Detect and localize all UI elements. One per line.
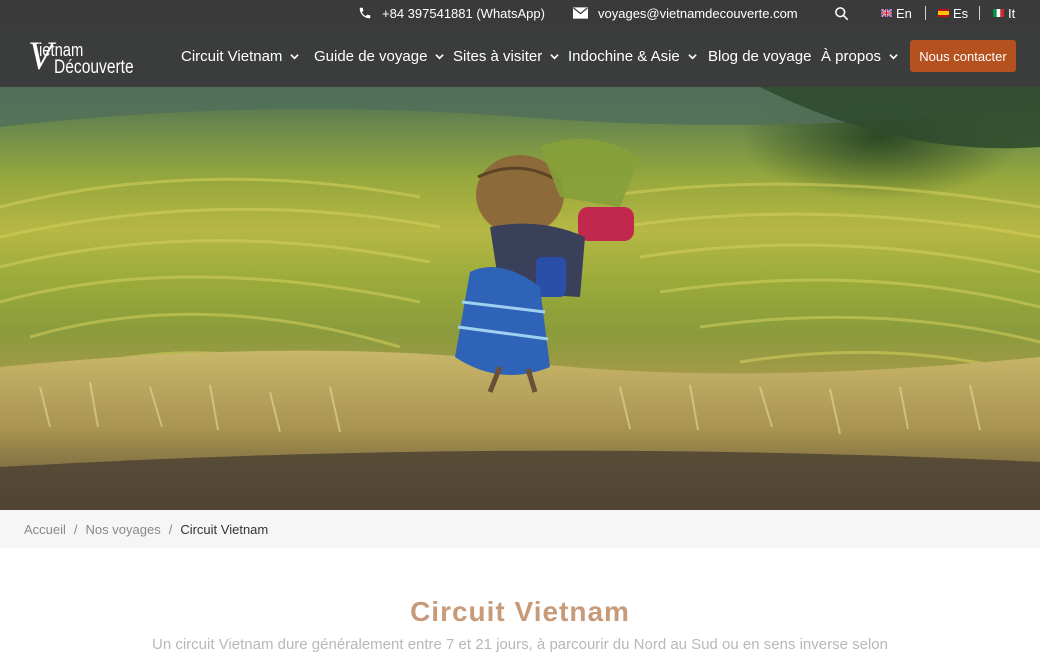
hero-image: [0, 87, 1040, 510]
breadcrumb-home-link[interactable]: Accueil: [24, 522, 66, 537]
search-button[interactable]: [834, 0, 849, 26]
language-en[interactable]: En: [881, 0, 912, 26]
chevron-down-icon: [688, 54, 697, 60]
nav-item-circuit-vietnam[interactable]: Circuit Vietnam: [181, 26, 300, 87]
main-navigation: V ietnam Découverte Circuit Vietnam Guid…: [0, 26, 1040, 87]
nav-item-label: Sites à visiter: [453, 48, 543, 65]
email-contact[interactable]: voyages@vietnamdecouverte.com: [573, 0, 798, 26]
nav-item-label: Blog de voyage: [708, 48, 812, 65]
rice-terraces-illustration: [0, 87, 1040, 510]
language-it[interactable]: It: [993, 0, 1015, 26]
mail-icon: [573, 7, 588, 19]
breadcrumb-separator: /: [168, 521, 173, 537]
nav-item-a-propos[interactable]: À propos: [821, 26, 898, 87]
phone-contact[interactable]: +84 397541881 (WhatsApp): [358, 0, 545, 26]
breadcrumb-bar: Accueil / Nos voyages / Circuit Vietnam: [0, 510, 1040, 548]
chevron-down-icon: [550, 54, 559, 60]
page-lead-text: Un circuit Vietnam dure généralement ent…: [152, 636, 888, 653]
nav-item-sites-a-visiter[interactable]: Sites à visiter: [453, 26, 559, 87]
breadcrumb-separator: /: [73, 521, 78, 537]
search-icon: [835, 6, 849, 20]
breadcrumb-voyages-link[interactable]: Nos voyages: [86, 522, 161, 537]
language-divider: [979, 6, 980, 20]
nav-item-guide-de-voyage[interactable]: Guide de voyage: [314, 26, 445, 87]
nav-item-label: Circuit Vietnam: [181, 48, 283, 65]
chevron-down-icon: [435, 54, 445, 60]
language-it-label[interactable]: It: [1008, 6, 1015, 21]
chevron-down-icon: [889, 54, 898, 60]
nav-item-label: Guide de voyage: [314, 48, 428, 65]
language-en-label[interactable]: En: [896, 6, 912, 21]
language-es-label[interactable]: Es: [953, 6, 968, 21]
nav-item-label: Indochine & Asie: [568, 48, 680, 65]
nav-item-indochine-asie[interactable]: Indochine & Asie: [568, 26, 697, 87]
email-address[interactable]: voyages@vietnamdecouverte.com: [598, 6, 798, 21]
language-divider: [925, 6, 926, 20]
italy-flag-icon: [993, 9, 1004, 17]
spain-flag-icon: [938, 9, 949, 17]
phone-number[interactable]: +84 397541881 (WhatsApp): [382, 6, 545, 21]
page-title: Circuit Vietnam: [410, 596, 630, 627]
language-es[interactable]: Es: [938, 0, 968, 26]
nav-item-blog-de-voyage[interactable]: Blog de voyage: [708, 26, 811, 87]
top-utility-bar: +84 397541881 (WhatsApp) voyages@vietnam…: [0, 0, 1040, 26]
site-logo[interactable]: V ietnam Découverte: [24, 34, 134, 80]
uk-flag-icon: [881, 9, 892, 17]
phone-icon: [359, 7, 371, 19]
logo-word-decouverte: Découverte: [54, 57, 134, 78]
nav-item-label: À propos: [821, 48, 882, 65]
chevron-down-icon: [290, 54, 300, 60]
breadcrumb: Accueil / Nos voyages / Circuit Vietnam: [24, 510, 268, 548]
contact-button[interactable]: Nous contacter: [910, 40, 1016, 72]
breadcrumb-current: Circuit Vietnam: [180, 521, 269, 537]
